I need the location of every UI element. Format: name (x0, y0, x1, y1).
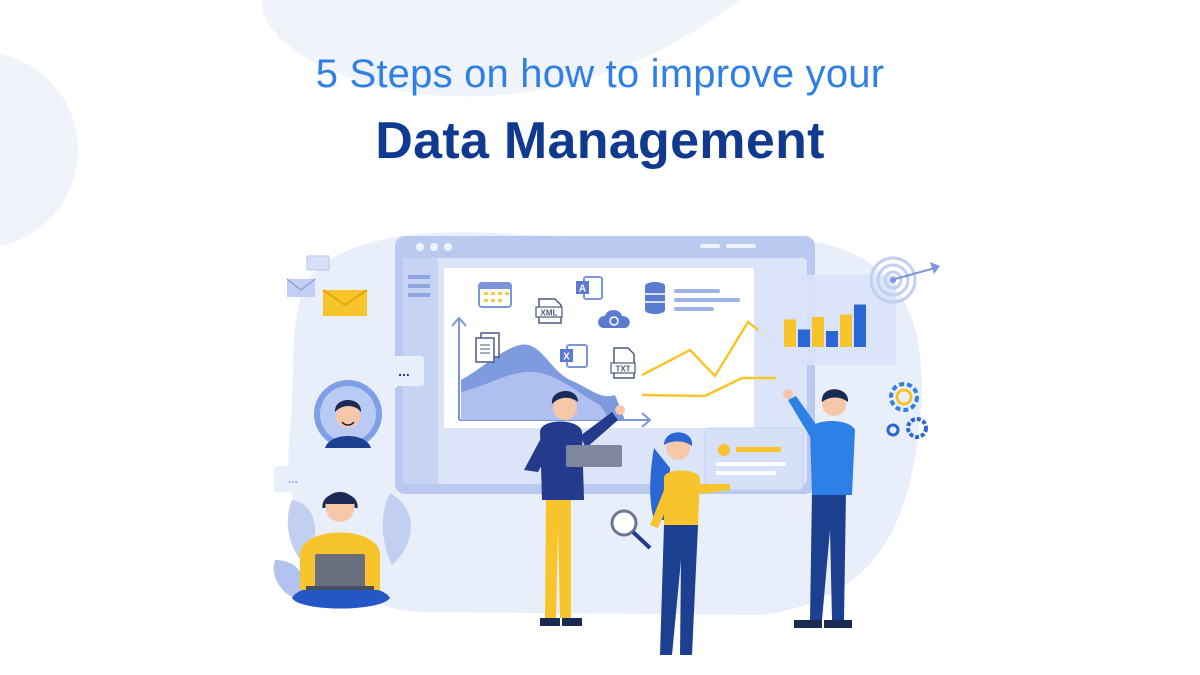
chat-dots: ... (288, 472, 298, 486)
xml-label: XML (541, 309, 558, 318)
window-dot (444, 243, 452, 251)
documents-icon (475, 332, 500, 363)
access-letter: A (579, 284, 586, 295)
bar-chart-bar (784, 319, 796, 347)
headline: Data Management (375, 112, 825, 170)
bar-chart-panel (758, 275, 896, 365)
window-dot (430, 243, 438, 251)
svg-text:X: X (563, 352, 570, 363)
window-dot (416, 243, 424, 251)
chat-dots: ... (398, 363, 410, 379)
xml-file-icon: XML (535, 298, 563, 324)
illustration: A XML X TXT ... ... (0, 0, 940, 655)
bar-chart-bar (854, 304, 866, 347)
menu-icon (408, 275, 430, 279)
txt-file-icon: TXT (610, 347, 636, 379)
subtitle: 5 Steps on how to improve your (315, 52, 885, 96)
bar-chart-bar (798, 329, 810, 347)
bar-chart-bar (826, 331, 838, 347)
bar-chart-bar (812, 317, 824, 347)
headset-chat-bubble: ... (274, 466, 312, 492)
info-card (704, 427, 804, 491)
calendar-icon (478, 282, 512, 308)
database-icon (645, 282, 665, 314)
bar-chart-bar (840, 314, 852, 347)
avatar (314, 380, 382, 448)
txt-label: TXT (615, 365, 630, 374)
